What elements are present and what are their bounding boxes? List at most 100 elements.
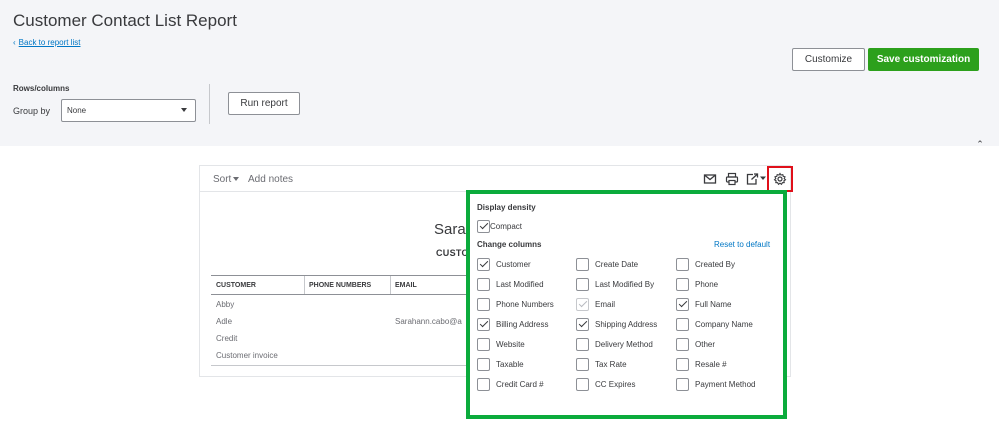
column-option[interactable]: Customer (477, 257, 531, 271)
column-option[interactable]: Other (676, 337, 715, 351)
column-checkbox[interactable] (576, 297, 589, 311)
chevron-up-icon[interactable]: ⌃ (973, 139, 987, 151)
column-header[interactable]: PHONE NUMBERS (309, 282, 371, 289)
column-option[interactable]: Shipping Address (576, 317, 657, 331)
column-option[interactable]: Resale # (676, 357, 727, 371)
column-option[interactable]: Website (477, 337, 525, 351)
column-option[interactable]: Phone Numbers (477, 297, 554, 311)
column-option-label: Company Name (695, 319, 753, 329)
column-option-label: Shipping Address (595, 319, 658, 329)
column-option[interactable]: Full Name (676, 297, 731, 311)
column-checkbox[interactable] (576, 277, 589, 291)
column-checkbox[interactable] (477, 297, 490, 311)
column-checkbox[interactable] (676, 337, 689, 351)
column-checkbox[interactable] (676, 317, 689, 331)
column-option[interactable]: Delivery Method (576, 337, 653, 351)
chevron-down-icon (181, 108, 187, 112)
column-option[interactable]: Email (576, 297, 615, 311)
column-checkbox[interactable] (477, 317, 490, 331)
page-title: Customer Contact List Report (13, 11, 237, 30)
column-header[interactable]: EMAIL (395, 282, 417, 289)
save-customization-button[interactable]: Save customization (868, 48, 979, 71)
run-report-button[interactable]: Run report (228, 92, 300, 115)
column-option[interactable]: CC Expires (576, 377, 635, 391)
column-checkbox[interactable] (477, 357, 490, 371)
column-option[interactable]: Billing Address (477, 317, 548, 331)
column-option-label: Phone (695, 279, 719, 289)
table-row-email[interactable]: Sarahann.cabo@a (395, 317, 462, 326)
column-option[interactable]: Last Modified (477, 277, 544, 291)
column-option[interactable]: Phone (676, 277, 718, 291)
column-checkbox[interactable] (676, 297, 689, 311)
column-checkbox[interactable] (576, 317, 589, 331)
table-row-customer[interactable]: Credit (216, 334, 237, 343)
sort-dropdown[interactable]: Sort (213, 174, 240, 185)
compact-label: Compact (490, 221, 523, 231)
column-checkbox[interactable] (477, 257, 490, 271)
column-option-label: Resale # (695, 359, 727, 369)
column-divider[interactable] (304, 276, 305, 294)
column-option-label: Last Modified By (595, 279, 655, 289)
column-checkbox[interactable] (576, 257, 589, 271)
column-option[interactable]: Tax Rate (576, 357, 627, 371)
back-to-report-list-link[interactable]: ‹ Back to report list (13, 38, 80, 47)
group-by-select[interactable]: None (61, 99, 196, 122)
display-density-heading: Display density (477, 203, 536, 212)
column-checkbox[interactable] (477, 337, 490, 351)
column-option-label: Credit Card # (496, 379, 544, 389)
column-option-label: Tax Rate (595, 359, 627, 369)
print-icon[interactable] (725, 172, 739, 186)
column-option-label: Created By (695, 259, 736, 269)
column-option-label: Email (595, 299, 616, 309)
column-checkbox[interactable] (676, 277, 689, 291)
column-option-label: Create Date (595, 259, 639, 269)
column-option-label: Website (496, 339, 525, 349)
table-header: CUSTOMER PHONE NUMBERS EMAIL (211, 275, 471, 295)
compact-option[interactable]: Compact (477, 219, 522, 233)
column-option-label: CC Expires (595, 379, 636, 389)
reset-to-default-link[interactable]: Reset to default (714, 240, 770, 249)
column-checkbox[interactable] (477, 377, 490, 391)
mail-icon[interactable] (703, 172, 717, 186)
settings-panel: Display density Compact Change columns R… (466, 190, 787, 419)
column-option-label: Billing Address (496, 319, 549, 329)
compact-checkbox[interactable] (477, 219, 490, 233)
column-checkbox[interactable] (477, 277, 490, 291)
chevron-left-icon: ‹ (13, 38, 16, 47)
column-option[interactable]: Credit Card # (477, 377, 544, 391)
table-row-customer[interactable]: Abby (216, 300, 234, 309)
customize-button[interactable]: Customize (792, 48, 865, 71)
column-checkbox[interactable] (576, 357, 589, 371)
column-checkbox[interactable] (676, 257, 689, 271)
column-option[interactable]: Create Date (576, 257, 638, 271)
rows-columns-label: Rows/columns (13, 84, 70, 93)
column-option[interactable]: Payment Method (676, 377, 755, 391)
gear-icon[interactable] (773, 172, 787, 186)
change-columns-heading: Change columns (477, 240, 542, 249)
divider (209, 84, 210, 124)
column-option-label: Taxable (496, 359, 524, 369)
back-link-label: Back to report list (18, 38, 81, 47)
chevron-down-icon (233, 177, 240, 182)
column-checkbox[interactable] (676, 357, 689, 371)
group-by-label: Group by (13, 106, 51, 116)
table-row-customer[interactable]: Customer invoice (216, 351, 278, 360)
column-option[interactable]: Taxable (477, 357, 524, 371)
table-row-customer[interactable]: Adle (216, 317, 232, 326)
add-notes-link[interactable]: Add notes (248, 174, 293, 185)
export-icon[interactable] (745, 172, 759, 186)
column-checkbox[interactable] (576, 337, 589, 351)
report-subtitle: CUSTO (436, 248, 469, 258)
report-toolbar: Sort Add notes (200, 166, 793, 192)
group-by-value: None (67, 106, 87, 115)
chevron-down-icon[interactable] (760, 175, 766, 181)
column-option[interactable]: Company Name (676, 317, 753, 331)
column-option[interactable]: Created By (676, 257, 735, 271)
column-option[interactable]: Last Modified By (576, 277, 654, 291)
column-option-label: Phone Numbers (496, 299, 554, 309)
column-divider[interactable] (390, 276, 391, 294)
column-checkbox[interactable] (676, 377, 689, 391)
table-bottom-rule (211, 365, 471, 366)
column-header[interactable]: CUSTOMER (216, 282, 256, 289)
column-checkbox[interactable] (576, 377, 589, 391)
